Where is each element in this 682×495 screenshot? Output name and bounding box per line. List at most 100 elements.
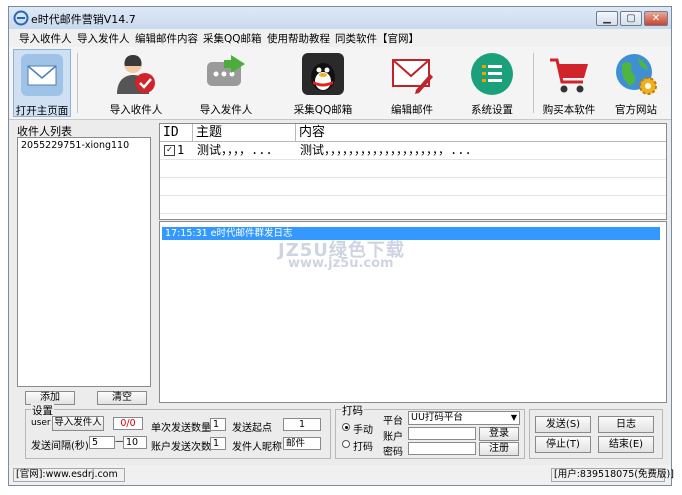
cart-icon bbox=[550, 58, 588, 93]
close-button[interactable]: ✕ bbox=[644, 11, 668, 26]
stop-button[interactable]: 停止(T) bbox=[535, 436, 591, 453]
menu-import-recipients[interactable]: 导入收件人 bbox=[19, 31, 72, 46]
clear-recipients-button[interactable]: 清空 bbox=[97, 391, 147, 405]
tool-import-senders[interactable]: 导入发件人 bbox=[193, 49, 259, 117]
send-log: 17:15:31 e时代邮件群发日志 JZ5U绿色下载 www.jz5u.com bbox=[159, 221, 667, 403]
auto-radio-label: 打码 bbox=[353, 442, 373, 453]
main-window: e时代邮件营销V14.7 ▁ ▢ ✕ 导入收件人 导入发件人 编辑邮件内容 采集… bbox=[8, 6, 674, 486]
login-button[interactable]: 登录 bbox=[479, 427, 519, 441]
title-bar: e时代邮件营销V14.7 ▁ ▢ ✕ bbox=[9, 7, 671, 29]
menu-collect-qq[interactable]: 采集QQ邮箱 bbox=[203, 31, 262, 46]
table-row[interactable]: ✓ 1 测试，，，，... 测试，，，，，，，，，，，，，，，，，，，，... bbox=[160, 142, 666, 160]
tool-edit-mail[interactable]: 编辑邮件 bbox=[381, 49, 443, 117]
row-subject: 测试，，，，... bbox=[197, 143, 273, 157]
column-header-id[interactable]: ID bbox=[160, 124, 193, 142]
tool-buy-software[interactable]: 购买本软件 bbox=[537, 49, 601, 117]
mail-grid: ID 主题 内容 ✓ 1 测试，，，，... 测试，，，，，，，，，，，，，，，… bbox=[159, 123, 667, 220]
start-point-input[interactable]: 1 bbox=[283, 418, 321, 431]
row-content: 测试，，，，，，，，，，，，，，，，，，，，... bbox=[300, 143, 472, 157]
maximize-button[interactable]: ▢ bbox=[620, 11, 642, 26]
platform-label: 平台 bbox=[383, 416, 403, 427]
captcha-account-input[interactable] bbox=[408, 427, 476, 440]
tool-label: 打开主页面 bbox=[15, 105, 69, 117]
menu-edit-mail[interactable]: 编辑邮件内容 bbox=[135, 31, 198, 46]
column-header-content[interactable]: 内容 bbox=[296, 124, 666, 142]
nickname-input[interactable]: 邮件 bbox=[283, 437, 321, 450]
minimize-icon: ▁ bbox=[603, 13, 611, 24]
per-send-label: 单次发送数量 bbox=[151, 423, 211, 434]
tool-label: 系统设置 bbox=[471, 104, 513, 116]
interval-to-input[interactable]: 10 bbox=[123, 436, 147, 449]
menu-help[interactable]: 使用帮助教程 bbox=[267, 31, 330, 46]
nickname-label: 发件人昵称 bbox=[232, 442, 282, 453]
maximize-icon: ▢ bbox=[626, 13, 636, 24]
recipient-list[interactable]: 2055229751-xiong110 bbox=[17, 137, 151, 387]
chevron-down-icon: ▼ bbox=[510, 413, 517, 422]
status-user: [用户:839518075(免费版)] bbox=[551, 468, 674, 482]
tool-label: 采集QQ邮箱 bbox=[293, 104, 353, 116]
platform-selected-value: UU打码平台 bbox=[411, 412, 463, 423]
account-send-label: 账户发送次数 bbox=[151, 442, 211, 453]
toolbar-separator bbox=[533, 53, 534, 113]
password-label: 密码 bbox=[383, 447, 403, 458]
message-arrow-icon bbox=[207, 55, 245, 86]
tool-collect-qq[interactable]: 采集QQ邮箱 bbox=[291, 49, 355, 117]
window-title: e时代邮件营销V14.7 bbox=[31, 13, 136, 26]
user-label: user bbox=[31, 418, 51, 428]
tool-label: 官方网站 bbox=[615, 104, 657, 116]
recipient-panel: 收件人列表 2055229751-xiong110 添加 清空 bbox=[17, 123, 151, 405]
captcha-password-input[interactable] bbox=[408, 442, 476, 455]
send-button[interactable]: 发送(S) bbox=[535, 416, 591, 433]
empty-row bbox=[160, 178, 666, 196]
tool-label: 导入发件人 bbox=[199, 104, 253, 116]
menu-import-senders[interactable]: 导入发件人 bbox=[77, 31, 130, 46]
start-point-label: 发送起点 bbox=[232, 423, 272, 434]
send-interval-label: 发送间隔(秒) bbox=[31, 441, 89, 452]
import-sender-button[interactable]: 导入发件人 bbox=[52, 416, 104, 431]
manual-radio-label: 手动 bbox=[353, 425, 373, 436]
status-bar: [官网]:www.esdrj.com [用户:839518075(免费版)] bbox=[9, 465, 674, 485]
menu-similar-software[interactable]: 同类软件【官网】 bbox=[335, 31, 419, 46]
platform-select[interactable]: UU打码平台 ▼ bbox=[408, 411, 520, 425]
empty-row bbox=[160, 160, 666, 178]
qq-penguin-icon bbox=[302, 53, 344, 95]
sender-count: 0/0 bbox=[113, 417, 143, 430]
interval-from-input[interactable]: 5 bbox=[89, 436, 115, 449]
tool-label: 导入收件人 bbox=[109, 104, 163, 116]
row-checkbox[interactable]: ✓ bbox=[164, 145, 175, 156]
tool-import-recipients[interactable]: 导入收件人 bbox=[103, 49, 169, 117]
tool-label: 购买本软件 bbox=[542, 104, 596, 116]
list-settings-icon bbox=[471, 53, 513, 95]
column-header-subject[interactable]: 主题 bbox=[193, 124, 296, 142]
watermark-url: www.jz5u.com bbox=[288, 256, 394, 271]
mail-edit-icon bbox=[392, 59, 433, 94]
tool-official-website[interactable]: 官方网站 bbox=[605, 49, 667, 117]
user-check-icon bbox=[117, 55, 155, 94]
tool-open-main[interactable]: 打开主页面 bbox=[13, 49, 71, 117]
globe-icon bbox=[616, 54, 657, 95]
manual-radio[interactable] bbox=[342, 423, 350, 431]
account-label: 账户 bbox=[383, 432, 403, 443]
register-button[interactable]: 注册 bbox=[479, 442, 519, 456]
status-website: [官网]:www.esdrj.com bbox=[13, 468, 125, 482]
menu-bar: 导入收件人 导入发件人 编辑邮件内容 采集QQ邮箱 使用帮助教程 同类软件【官网… bbox=[9, 29, 671, 47]
settings-group-label: 设置 bbox=[31, 403, 54, 418]
per-send-input[interactable]: 1 bbox=[210, 418, 226, 431]
close-icon: ✕ bbox=[651, 13, 661, 24]
end-button[interactable]: 结束(E) bbox=[598, 436, 654, 453]
account-send-input[interactable]: 1 bbox=[210, 437, 226, 450]
captcha-group-label: 打码 bbox=[341, 403, 364, 418]
log-button[interactable]: 日志 bbox=[598, 416, 654, 433]
list-item[interactable]: 2055229751-xiong110 bbox=[21, 140, 129, 151]
app-e-logo-icon bbox=[13, 10, 29, 26]
toolbar: 打开主页面 导入收件人 导入发件人 采集QQ邮箱 编辑邮件 系统设置 购买本软件… bbox=[9, 47, 671, 120]
tool-label: 编辑邮件 bbox=[391, 104, 433, 116]
toolbar-separator bbox=[77, 53, 78, 113]
minimize-button[interactable]: ▁ bbox=[596, 11, 618, 26]
envelope-icon bbox=[21, 54, 63, 96]
empty-row bbox=[160, 196, 666, 214]
log-line[interactable]: 17:15:31 e时代邮件群发日志 bbox=[162, 227, 660, 240]
auto-radio[interactable] bbox=[342, 440, 350, 448]
tool-system-settings[interactable]: 系统设置 bbox=[461, 49, 523, 117]
row-id: 1 bbox=[177, 143, 185, 157]
